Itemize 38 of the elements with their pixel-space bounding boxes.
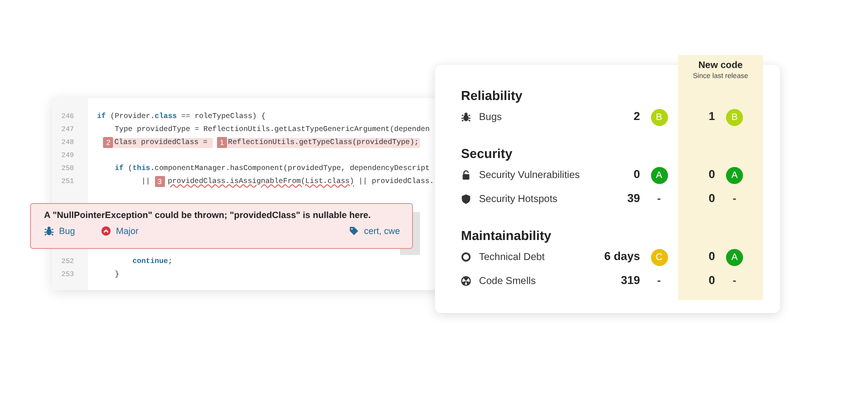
tag-icon [348,226,359,236]
bug-icon [461,112,471,122]
metric-label[interactable]: Technical Debt [479,252,545,262]
new-code-value[interactable]: 0 [678,193,715,205]
metric-value[interactable]: 319 [588,275,640,287]
shield-icon [461,194,471,204]
rating-dash: - [732,193,738,205]
new-code-title: New code [698,60,743,71]
lock-icon [461,170,471,180]
metric-value[interactable]: 0 [588,169,640,181]
issue-severity[interactable]: Major [116,226,139,236]
section-title: Maintainability [461,227,552,245]
metric-value[interactable]: 2 [588,111,640,123]
new-code-value[interactable]: 1 [678,111,715,123]
issue-message: A "NullPointerException" could be thrown; "providedClass" is nullable here. [44,210,372,220]
issue-tags[interactable]: cert, cwe [364,226,400,236]
metric-label[interactable]: Bugs [479,112,502,122]
rating-dash: - [656,193,662,205]
rating-dash: - [732,275,738,287]
metric-value[interactable]: 39 [588,193,640,205]
ring-icon [461,252,471,262]
severity-icon [101,226,112,236]
new-code-value[interactable]: 0 [678,251,715,263]
metric-label[interactable]: Security Hotspots [479,194,558,204]
rating-badge: C [650,248,668,266]
rating-dash: - [656,275,662,287]
rating-badge: B [650,108,668,126]
section-title: Reliability [461,87,524,105]
section-title: Security [461,145,514,163]
new-code-value[interactable]: 0 [678,275,715,287]
metric-label[interactable]: Security Vulnerabilities [479,170,580,180]
new-code-value[interactable]: 0 [678,169,715,181]
rating-badge: A [650,166,668,184]
metric-label[interactable]: Code Smells [479,276,536,286]
metric-value[interactable]: 6 days [588,251,640,263]
radiation-icon [461,276,471,286]
bug-icon [44,226,54,236]
issue-type[interactable]: Bug [59,226,76,236]
